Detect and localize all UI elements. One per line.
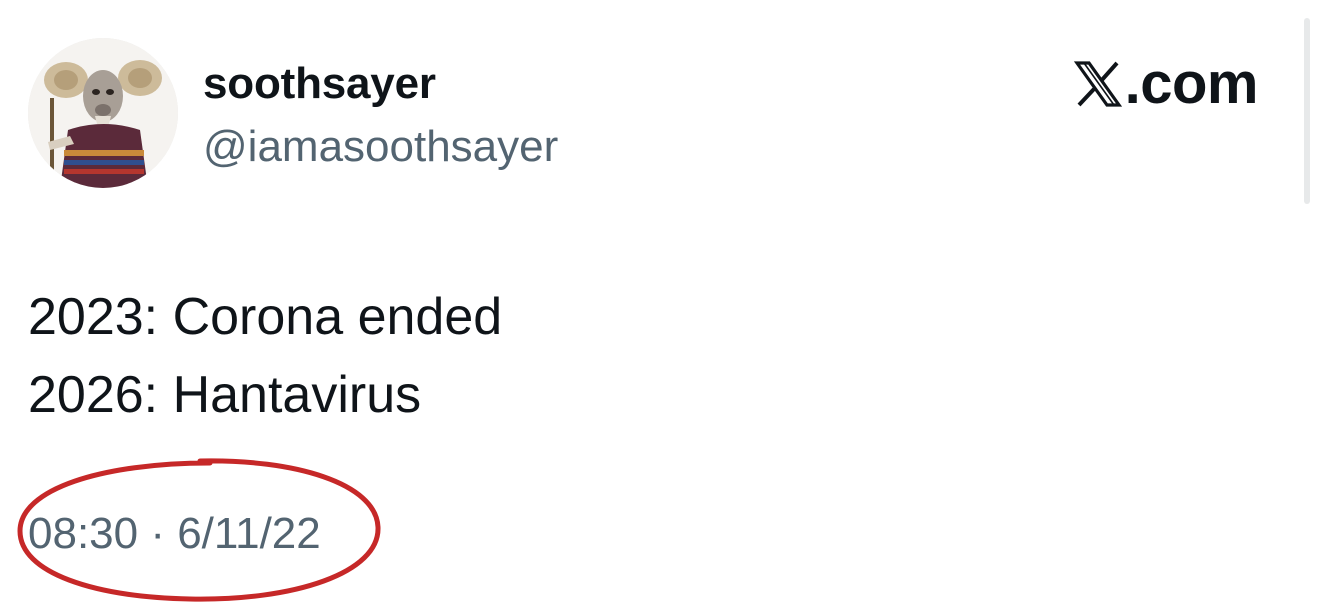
tweet-timestamp[interactable]: 08:30 · 6/11/22 [28, 507, 321, 561]
scrollbar[interactable] [1304, 18, 1310, 204]
ram-avatar-icon [28, 38, 178, 188]
x-com-brand: .com [1073, 51, 1259, 116]
display-name[interactable]: soothsayer [203, 58, 436, 110]
user-handle[interactable]: @iamasoothsayer [203, 121, 558, 173]
x-logo-icon [1073, 61, 1122, 107]
brand-domain-text: .com [1124, 51, 1259, 116]
tweet-text: 2023: Corona ended 2026: Hantavirus [28, 278, 502, 434]
tweet-line: 2026: Hantavirus [28, 366, 422, 424]
tweet-line: 2023: Corona ended [28, 288, 503, 346]
avatar[interactable] [28, 38, 178, 188]
tweet-screenshot: soothsayer @iamasoothsayer .com 2023: Co… [0, 0, 1320, 609]
